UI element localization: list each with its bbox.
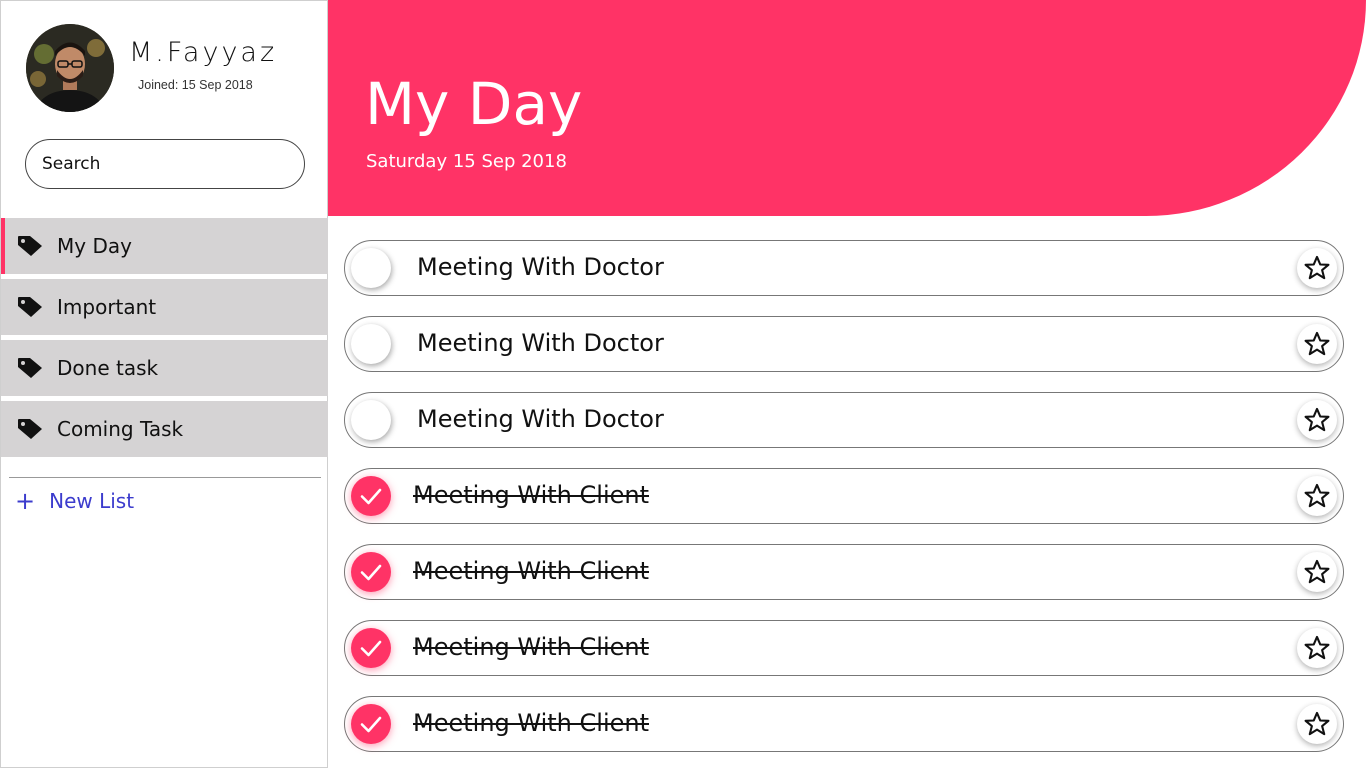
sidebar-item-label: Done task bbox=[57, 356, 158, 380]
task-checkbox[interactable] bbox=[351, 400, 391, 440]
task-list: Meeting With Doctor Meeting With Doctor … bbox=[344, 240, 1344, 768]
star-icon bbox=[1303, 634, 1331, 662]
sidebar-item-coming-task[interactable]: Coming Task bbox=[1, 401, 328, 457]
star-button[interactable] bbox=[1297, 552, 1337, 592]
star-button[interactable] bbox=[1297, 476, 1337, 516]
tag-icon bbox=[17, 296, 43, 318]
task-title: Meeting With Client bbox=[413, 709, 649, 737]
task-item[interactable]: Meeting With Client bbox=[344, 468, 1344, 524]
star-button[interactable] bbox=[1297, 400, 1337, 440]
task-item[interactable]: Meeting With Client bbox=[344, 620, 1344, 676]
star-button[interactable] bbox=[1297, 324, 1337, 364]
new-list-label: New List bbox=[49, 489, 134, 513]
new-list-button[interactable]: + New List bbox=[15, 489, 134, 513]
star-icon bbox=[1303, 482, 1331, 510]
sidebar-item-done-task[interactable]: Done task bbox=[1, 340, 328, 396]
star-icon bbox=[1303, 406, 1331, 434]
checkmark-icon bbox=[351, 552, 391, 592]
checkmark-icon bbox=[351, 476, 391, 516]
task-title: Meeting With Client bbox=[413, 481, 649, 509]
task-title: Meeting With Doctor bbox=[417, 253, 664, 281]
sidebar-item-label: My Day bbox=[57, 234, 132, 258]
task-checkbox[interactable] bbox=[351, 324, 391, 364]
star-button[interactable] bbox=[1297, 628, 1337, 668]
task-item[interactable]: Meeting With Client bbox=[344, 696, 1344, 752]
page-title: My Day bbox=[365, 70, 582, 138]
task-item[interactable]: Meeting With Doctor bbox=[344, 392, 1344, 448]
search-input[interactable] bbox=[25, 139, 305, 189]
user-name: M.Fayyaz bbox=[129, 37, 277, 68]
task-checkbox[interactable] bbox=[351, 248, 391, 288]
plus-icon: + bbox=[15, 489, 35, 513]
sidebar-item-label: Important bbox=[57, 295, 156, 319]
sidebar-item-label: Coming Task bbox=[57, 417, 183, 441]
star-icon bbox=[1303, 254, 1331, 282]
checkmark-icon bbox=[351, 704, 391, 744]
task-checkbox-checked[interactable] bbox=[351, 476, 391, 516]
star-icon bbox=[1303, 330, 1331, 358]
task-checkbox-checked[interactable] bbox=[351, 628, 391, 668]
avatar[interactable] bbox=[26, 24, 114, 112]
tag-icon bbox=[17, 235, 43, 257]
checkmark-icon bbox=[351, 628, 391, 668]
star-button[interactable] bbox=[1297, 704, 1337, 744]
task-item[interactable]: Meeting With Client bbox=[344, 544, 1344, 600]
page-header: My Day Saturday 15 Sep 2018 bbox=[328, 0, 1366, 216]
task-title: Meeting With Client bbox=[413, 557, 649, 585]
star-button[interactable] bbox=[1297, 248, 1337, 288]
sidebar-item-important[interactable]: Important bbox=[1, 279, 328, 335]
user-joined-date: Joined: 15 Sep 2018 bbox=[138, 78, 253, 92]
task-checkbox-checked[interactable] bbox=[351, 552, 391, 592]
task-item[interactable]: Meeting With Doctor bbox=[344, 240, 1344, 296]
tag-icon bbox=[17, 357, 43, 379]
sidebar-divider bbox=[9, 477, 321, 478]
page-date: Saturday 15 Sep 2018 bbox=[366, 151, 567, 172]
task-item[interactable]: Meeting With Doctor bbox=[344, 316, 1344, 372]
task-title: Meeting With Doctor bbox=[417, 329, 664, 357]
tag-icon bbox=[17, 418, 43, 440]
star-icon bbox=[1303, 558, 1331, 586]
star-icon bbox=[1303, 710, 1331, 738]
sidebar-nav: My Day Important Done task Coming Task bbox=[1, 218, 328, 462]
task-checkbox-checked[interactable] bbox=[351, 704, 391, 744]
task-title: Meeting With Doctor bbox=[417, 405, 664, 433]
task-title: Meeting With Client bbox=[413, 633, 649, 661]
sidebar-item-my-day[interactable]: My Day bbox=[1, 218, 328, 274]
sidebar: M.Fayyaz Joined: 15 Sep 2018 My Day Impo… bbox=[0, 0, 328, 768]
